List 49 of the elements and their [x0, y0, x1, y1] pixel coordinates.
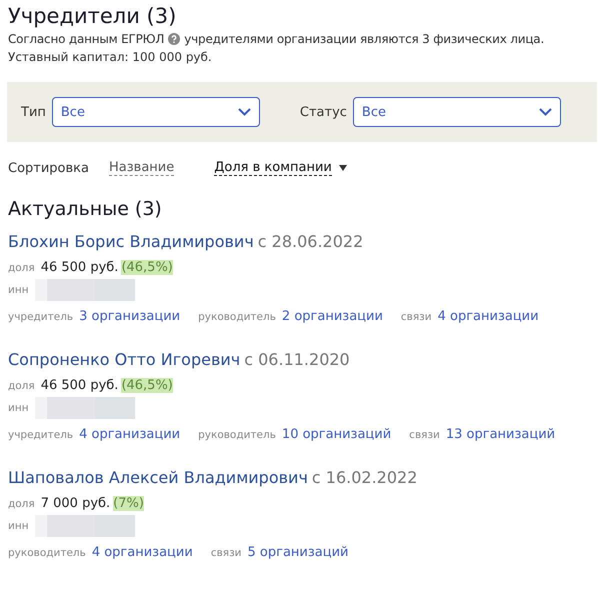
capital-text: Уставный капитал: 100 000 руб.: [8, 50, 213, 64]
filter-dropdown[interactable]: Все: [352, 97, 561, 127]
share-label: доля: [8, 262, 35, 274]
role-label: руководитель: [198, 311, 276, 323]
share-amount: 7 000 руб.: [40, 496, 110, 511]
organizations-link[interactable]: 3 организации: [79, 309, 180, 324]
role-label: руководитель: [8, 547, 86, 559]
role-label: связи: [210, 547, 242, 559]
inn-label: инн: [8, 520, 29, 532]
since-date: с 28.06.2022: [258, 232, 364, 251]
sort-option[interactable]: Название: [109, 160, 174, 176]
person-name-link[interactable]: Сопроненко Отто Игоревич: [8, 350, 240, 369]
since-date: с 06.11.2020: [244, 350, 350, 369]
role-label: учредитель: [8, 311, 74, 323]
inn-label: инн: [8, 284, 29, 296]
organizations-link[interactable]: 4 организации: [79, 427, 180, 442]
share-percent: (7%): [113, 496, 144, 511]
share-percent: (46,5%): [121, 378, 173, 393]
organizations-link[interactable]: 4 организации: [438, 309, 539, 324]
role-label: руководитель: [198, 429, 276, 441]
share-label: доля: [8, 498, 35, 510]
organizations-link[interactable]: 10 организаций: [282, 427, 392, 442]
share-amount: 46 500 руб.: [40, 260, 118, 275]
page-title: Учредители (3): [8, 4, 178, 28]
sort-option[interactable]: Доля в компании: [214, 160, 347, 176]
inn-label: инн: [8, 402, 29, 414]
role-label: связи: [409, 429, 440, 441]
filter-dropdown[interactable]: Все: [52, 97, 260, 127]
share-label: доля: [8, 380, 35, 392]
organizations-link[interactable]: 13 организаций: [446, 427, 556, 442]
person-name-link[interactable]: Блохин Борис Владимирович: [8, 232, 254, 251]
person-name-link[interactable]: Шаповалов Алексей Владимирович: [8, 468, 308, 487]
filter-label: Тип: [21, 104, 46, 120]
chevron-down-icon: [538, 108, 552, 116]
organizations-link[interactable]: 2 организации: [282, 309, 383, 324]
sort-label: Сортировка: [8, 160, 89, 176]
role-label: связи: [400, 311, 432, 323]
description-text: учредителями организации являются 3 физических лица.: [184, 32, 544, 46]
role-label: учредитель: [8, 429, 74, 441]
since-date: с 16.02.2022: [312, 468, 418, 487]
filter-label: Статус: [300, 104, 347, 120]
organizations-link[interactable]: 5 организаций: [248, 545, 348, 560]
section-title: Актуальные (3): [8, 198, 163, 220]
share-percent: (46,5%): [121, 260, 173, 275]
share-amount: 46 500 руб.: [40, 378, 118, 393]
help-icon[interactable]: [168, 33, 180, 45]
chevron-down-icon: [238, 108, 251, 116]
organizations-link[interactable]: 4 организации: [92, 545, 193, 560]
description-text: Согласно данным ЕГРЮЛ: [8, 32, 164, 46]
